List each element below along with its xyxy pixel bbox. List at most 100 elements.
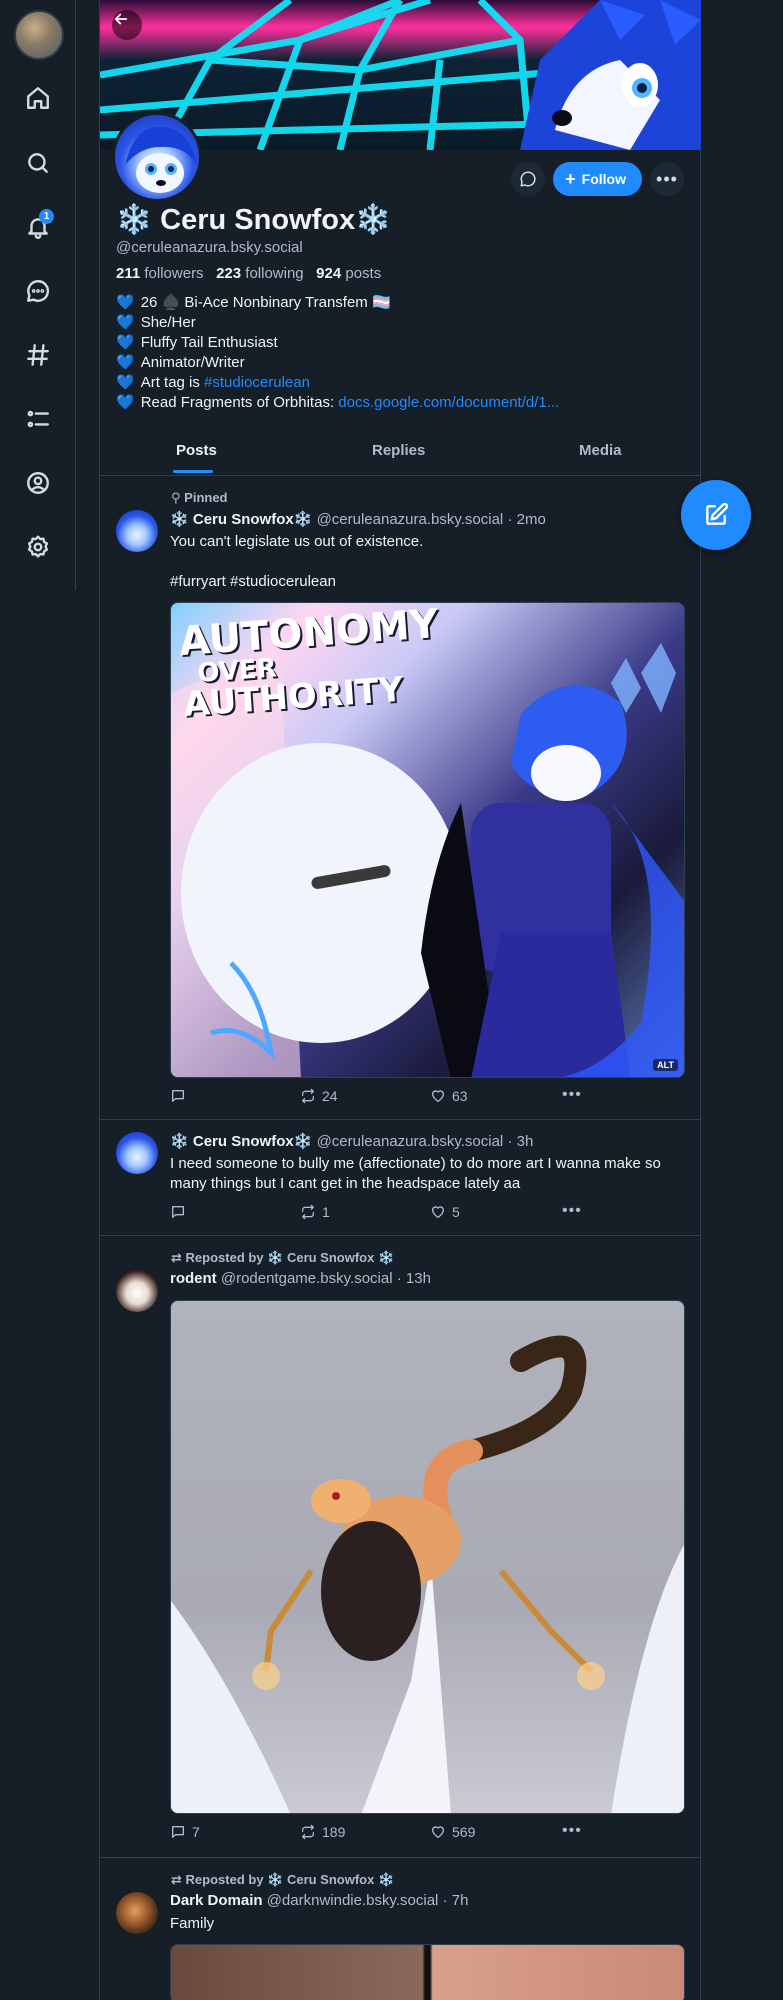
snowflake-icon: ❄️ <box>355 204 392 236</box>
post-text: Family <box>170 1915 215 1932</box>
snowflake-icon: ❄️ <box>170 1133 189 1150</box>
post-more-button[interactable]: ••• <box>562 1086 582 1104</box>
reply-icon <box>172 1206 184 1218</box>
repost-button[interactable]: 189 <box>300 1824 345 1840</box>
active-tab-indicator <box>173 470 213 473</box>
like-button[interactable]: 5 <box>430 1204 460 1220</box>
heart-icon <box>432 1090 444 1102</box>
reply-button[interactable] <box>170 1204 192 1220</box>
post-avatar[interactable] <box>116 1132 158 1174</box>
post-handle: @ceruleanazura.bsky.social <box>316 511 504 528</box>
like-button[interactable]: 569 <box>430 1824 475 1840</box>
alt-text-badge[interactable]: ALT <box>653 1059 678 1071</box>
repost-icon <box>302 1204 314 1220</box>
chat-icon <box>520 171 536 187</box>
feed-post[interactable]: ⚲ Pinned ❄️ Ceru Snowfox❄️ @ceruleanazur… <box>100 476 701 1120</box>
post-time[interactable]: · 7h <box>443 1892 469 1909</box>
reply-button[interactable] <box>170 1088 192 1104</box>
repost-icon: ⇄ <box>171 1872 182 1887</box>
reply-icon <box>172 1090 184 1102</box>
post-time[interactable]: · 3h <box>507 1133 533 1150</box>
follow-label: Follow <box>581 171 626 187</box>
search-icon[interactable] <box>18 143 58 183</box>
tab-replies[interactable]: Replies <box>372 442 425 459</box>
feed-post[interactable]: ⇄ Reposted by ❄️ Ceru Snowfox ❄️ rodent … <box>100 1236 701 1858</box>
repost-button[interactable]: 24 <box>300 1088 338 1104</box>
repost-icon <box>302 1824 314 1840</box>
display-name-text: Ceru Snowfox <box>160 204 356 236</box>
snowflake-icon: ❄️ <box>293 511 313 528</box>
pinned-label: ⚲ Pinned <box>171 490 228 505</box>
blue-heart-icon: 💙 <box>116 374 135 391</box>
post-text: You can't legislate us out of existence. <box>170 533 424 550</box>
post-author[interactable]: rodent <box>170 1270 217 1287</box>
chat-icon[interactable] <box>18 271 58 311</box>
profile-tabs: Posts Replies Media <box>100 430 701 476</box>
message-button[interactable] <box>511 162 546 196</box>
blue-heart-icon: 💙 <box>116 294 135 311</box>
my-avatar[interactable] <box>14 10 64 60</box>
blue-heart-icon: 💙 <box>116 394 135 411</box>
post-handle: @ceruleanazura.bsky.social <box>316 1133 504 1150</box>
post-author[interactable]: Ceru Snowfox <box>193 1133 294 1150</box>
following-link[interactable]: 223 following <box>216 265 304 282</box>
back-button[interactable] <box>112 10 142 40</box>
more-options-button[interactable]: ••• <box>650 162 684 196</box>
reply-icon <box>172 1826 184 1838</box>
post-time[interactable]: · 2mo <box>507 511 545 528</box>
repost-context: ⇄ Reposted by ❄️ Ceru Snowfox ❄️ <box>171 1872 395 1887</box>
display-name: ❄️ Ceru Snowfox❄️ <box>116 203 391 237</box>
hashtag-icon[interactable] <box>18 335 58 375</box>
post-time[interactable]: · 13h <box>397 1270 431 1287</box>
settings-icon[interactable] <box>18 527 58 567</box>
post-hashtags[interactable]: #furryart #studiocerulean <box>170 572 690 592</box>
compose-button[interactable] <box>681 480 751 550</box>
follow-button[interactable]: + Follow <box>553 162 642 196</box>
post-more-button[interactable]: ••• <box>562 1822 582 1840</box>
post-avatar[interactable] <box>116 1892 158 1934</box>
reply-button[interactable]: 7 <box>170 1824 200 1840</box>
tab-posts[interactable]: Posts <box>176 442 217 459</box>
followers-link[interactable]: 211 followers <box>116 265 204 282</box>
document-link[interactable]: docs.google.com/document/d/1... <box>338 394 559 411</box>
snowflake-icon: ❄️ <box>293 1133 313 1150</box>
heart-icon <box>432 1826 444 1838</box>
profile-actions: + Follow ••• <box>511 162 684 196</box>
profile-bio: 💙 26 ♠️ Bi-Ace Nonbinary Transfem 🏳️‍⚧️ 💙… <box>116 293 559 413</box>
repost-context: ⇄ Reposted by ❄️ Ceru Snowfox ❄️ <box>171 1250 395 1265</box>
feed-post[interactable]: ❄️ Ceru Snowfox❄️ @ceruleanazura.bsky.so… <box>100 1120 701 1236</box>
profile-icon[interactable] <box>18 463 58 503</box>
post-more-button[interactable]: ••• <box>562 1202 582 1220</box>
heart-icon <box>432 1206 444 1218</box>
like-button[interactable]: 63 <box>430 1088 468 1104</box>
left-nav: 1 <box>0 0 76 590</box>
blue-heart-icon: 💙 <box>116 334 135 351</box>
post-header: ❄️ Ceru Snowfox❄️ @ceruleanazura.bsky.so… <box>170 1132 533 1150</box>
list-icon[interactable] <box>18 399 58 439</box>
post-controls: 1 5 ••• <box>170 1202 590 1224</box>
post-image[interactable]: AUTONOMY OVER AUTHORITY ALT <box>170 602 685 1078</box>
post-header: Dark Domain @darknwindie.bsky.social · 7… <box>170 1892 468 1909</box>
snowflake-icon: ❄️ <box>170 511 189 528</box>
bio-line: 💙 Art tag is #studiocerulean <box>116 374 310 391</box>
post-avatar[interactable] <box>116 510 158 552</box>
repost-button[interactable]: 1 <box>300 1204 330 1220</box>
post-avatar[interactable] <box>116 1270 158 1312</box>
home-icon[interactable] <box>18 78 58 118</box>
post-image[interactable] <box>170 1944 685 2000</box>
profile-stats: 211 followers 223 following 924 posts <box>116 265 381 282</box>
arrow-left-icon <box>114 13 128 25</box>
feed-post[interactable]: ⇄ Reposted by ❄️ Ceru Snowfox ❄️ Dark Do… <box>100 1858 701 2000</box>
profile-avatar[interactable] <box>112 112 202 202</box>
post-image[interactable] <box>170 1300 685 1814</box>
posts-count: 924 posts <box>316 265 382 282</box>
art-tag-link[interactable]: #studiocerulean <box>204 374 310 391</box>
notification-badge: 1 <box>39 209 54 224</box>
profile-column: + Follow ••• ❄️ Ceru Snowfox❄️ @cerulean… <box>99 0 701 2000</box>
post-header: rodent @rodentgame.bsky.social · 13h <box>170 1270 431 1287</box>
blue-heart-icon: 💙 <box>116 314 135 331</box>
bell-icon[interactable]: 1 <box>18 207 58 247</box>
tab-media[interactable]: Media <box>579 442 622 459</box>
post-author[interactable]: Dark Domain <box>170 1892 263 1909</box>
post-author[interactable]: Ceru Snowfox <box>193 511 294 528</box>
